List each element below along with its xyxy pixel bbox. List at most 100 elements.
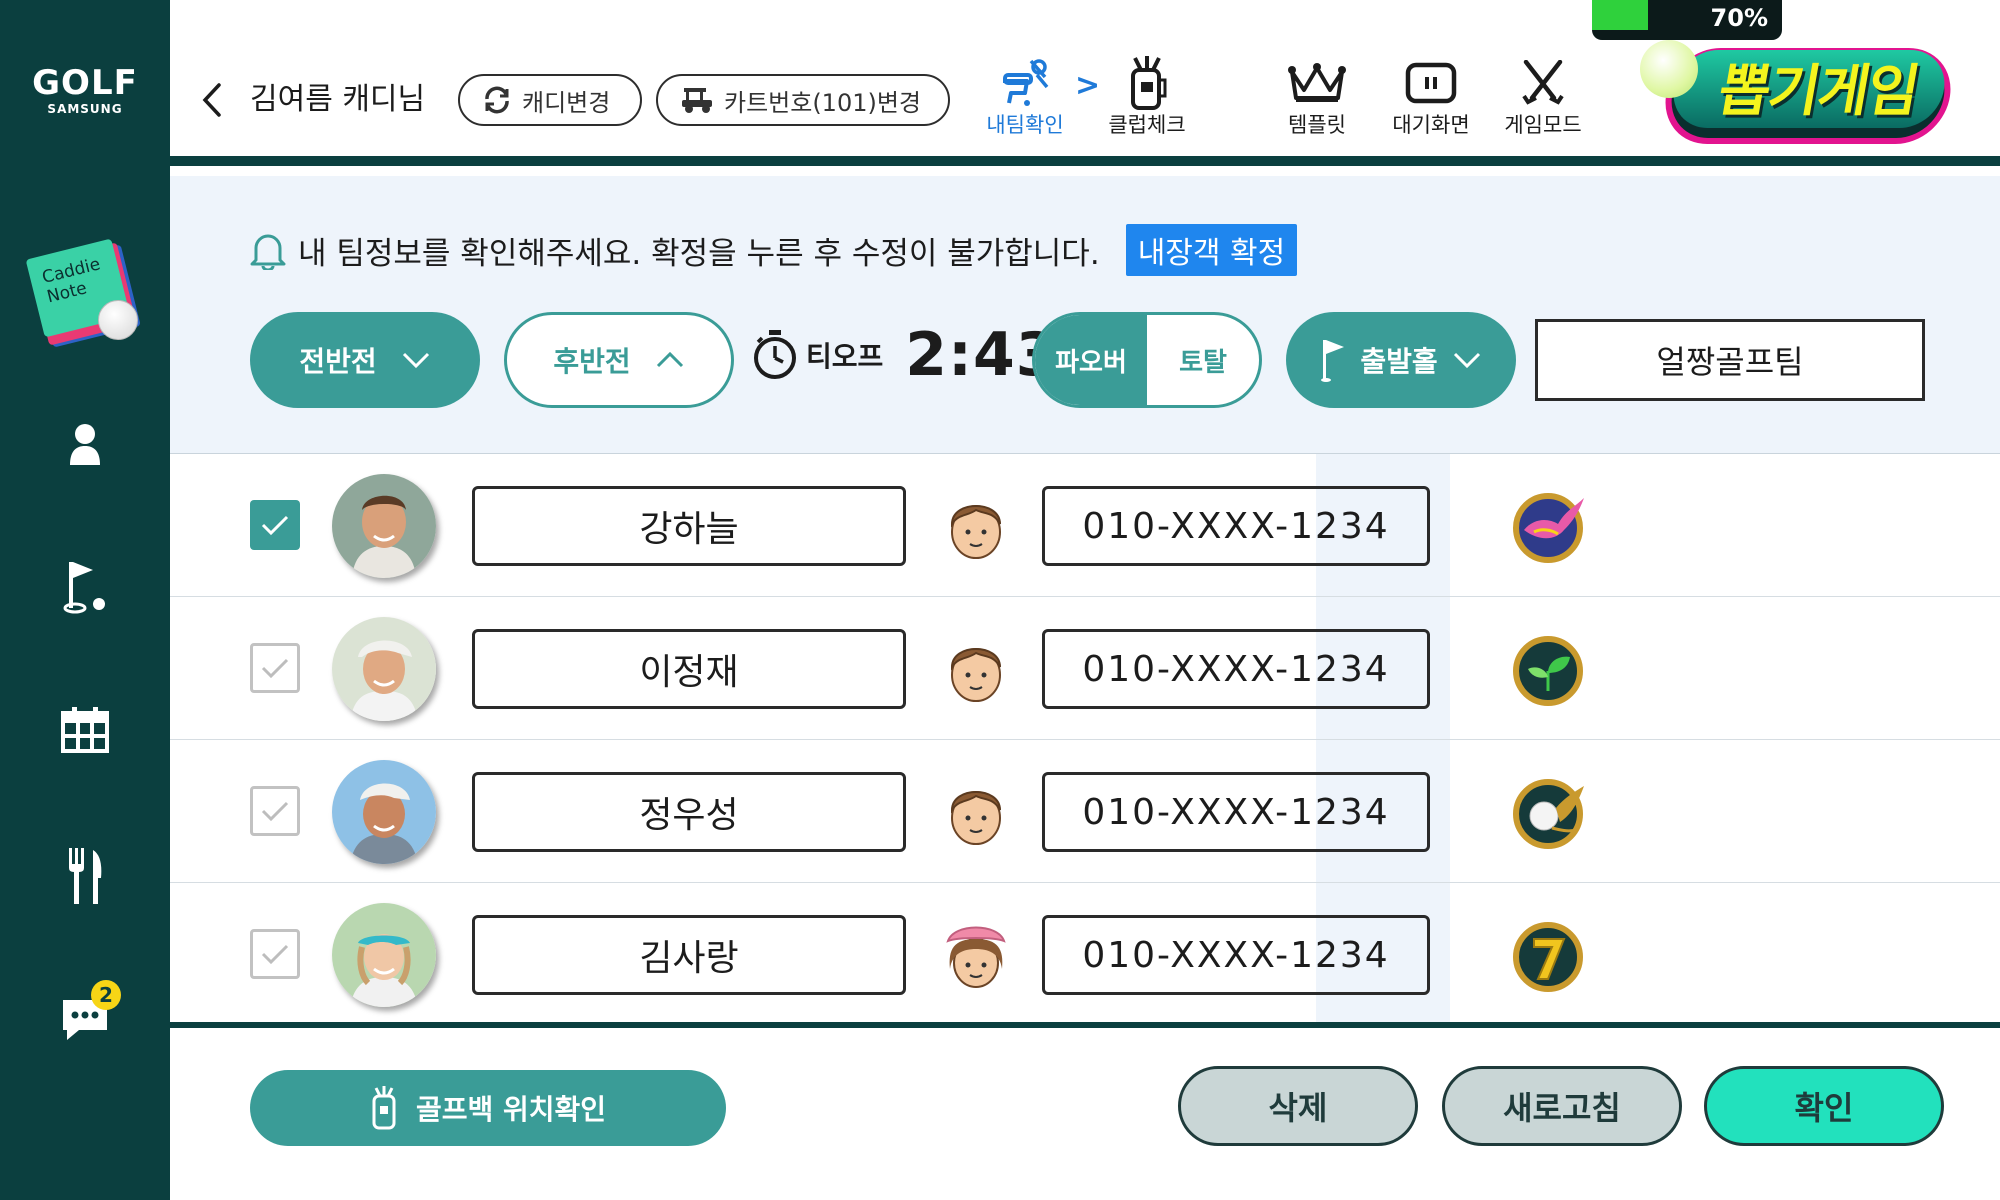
teeoff-label: 티오프 <box>806 340 884 373</box>
male-face-icon <box>944 776 1008 848</box>
nav-game-mode[interactable]: 게임모드 <box>1488 56 1598 146</box>
player-photo <box>332 903 436 1007</box>
refresh-icon <box>485 86 509 114</box>
seven-grade-icon <box>1512 917 1588 993</box>
change-cart-button[interactable]: 카트번호(101)변경 <box>656 74 950 126</box>
chat-icon[interactable]: 2 <box>55 980 121 1050</box>
bell-icon <box>250 234 286 270</box>
chevron-left-icon <box>202 83 221 117</box>
player-photo <box>332 760 436 864</box>
golf-bag-icon <box>372 1086 396 1130</box>
first-half-dropdown[interactable]: 전반전 <box>250 312 480 408</box>
player-name-field[interactable]: 강하늘 <box>472 486 906 566</box>
chevron-down-icon <box>1453 352 1480 369</box>
check-icon <box>261 515 289 536</box>
male-face-icon <box>944 490 1008 562</box>
player-photo <box>332 474 436 578</box>
female-face-icon <box>944 919 1008 991</box>
player-avatar <box>332 903 436 1007</box>
flag-hole-icon[interactable] <box>55 556 115 616</box>
back-button[interactable] <box>192 80 232 120</box>
fork-knife-icon[interactable] <box>55 846 115 906</box>
male-face-icon <box>944 633 1008 705</box>
notice: 내 팀정보를 확인해주세요. 확정을 누른 후 수정이 불가합니다. 내장객 확… <box>250 224 1298 276</box>
nav-club-check[interactable]: 클럽체크 <box>1092 56 1202 146</box>
golf-bag-person-icon <box>1003 59 1049 106</box>
team-info-panel: 내 팀정보를 확인해주세요. 확정을 누른 후 수정이 불가합니다. 내장객 확… <box>170 176 2000 454</box>
start-hole-label: 출발홀 <box>1360 345 1438 378</box>
player-checkbox[interactable] <box>250 643 300 693</box>
check-icon <box>261 658 289 679</box>
player-avatar <box>332 617 436 721</box>
start-hole-dropdown[interactable]: 출발홀 <box>1286 312 1516 408</box>
player-name-field[interactable]: 이정재 <box>472 629 906 709</box>
club-bag-icon <box>1131 56 1167 110</box>
second-half-dropdown[interactable]: 후반전 <box>504 312 734 408</box>
change-caddie-button[interactable]: 캐디변경 <box>458 74 642 126</box>
score-par-option[interactable]: 파오버 <box>1035 315 1147 405</box>
nav-template[interactable]: 템플릿 <box>1262 56 1372 146</box>
change-cart-label: 카트번호(101)변경 <box>724 88 922 117</box>
player-row: 정우성 010-XXXX-1234 <box>170 740 2000 883</box>
pause-screen-icon <box>1405 62 1457 104</box>
battery-level-bar <box>1592 0 1648 30</box>
nav-standby-label: 대기화면 <box>1392 113 1470 137</box>
caddie-name: 김여름 캐디님 <box>250 82 426 117</box>
battery-percent: 70% <box>1710 4 1768 32</box>
teeoff-display: 티오프 2:43 <box>752 320 1059 390</box>
player-phone-field[interactable]: 010-XXXX-1234 <box>1042 486 1430 566</box>
guest-confirm-button[interactable]: 내장객 확정 <box>1125 224 1298 276</box>
battery-indicator: 70% <box>1592 0 1782 40</box>
bag-location-button[interactable]: 골프백 위치확인 <box>250 1070 726 1146</box>
crossed-clubs-icon <box>1522 60 1564 105</box>
refresh-button[interactable]: 새로고침 <box>1442 1066 1682 1146</box>
player-avatar <box>332 760 436 864</box>
caddie-note-button[interactable]: Caddie Note <box>25 238 141 348</box>
chevron-down-icon <box>402 352 429 369</box>
player-avatar <box>332 474 436 578</box>
player-photo <box>332 617 436 721</box>
chevron-up-icon <box>656 351 683 368</box>
app-root: GOLF SAMSUNG Caddie Note 2 김여름 캐디님 캐디변경 … <box>0 0 2000 1200</box>
sidebar: GOLF SAMSUNG Caddie Note 2 <box>0 0 170 1200</box>
chat-badge: 2 <box>91 980 121 1010</box>
nav-my-team-label: 내팀확인 <box>986 113 1064 137</box>
player-checkbox[interactable] <box>250 929 300 979</box>
flag-icon <box>1321 340 1345 382</box>
check-icon <box>261 801 289 822</box>
change-caddie-label: 캐디변경 <box>522 88 611 117</box>
team-name-field[interactable]: 얼짱골프팀 <box>1535 319 1925 401</box>
player-checkbox[interactable] <box>250 500 300 550</box>
player-phone-field[interactable]: 010-XXXX-1234 <box>1042 629 1430 709</box>
second-half-label: 후반전 <box>553 345 631 378</box>
bag-location-label: 골프백 위치확인 <box>415 1093 607 1126</box>
player-row: 이정재 010-XXXX-1234 <box>170 597 2000 740</box>
sprout-grade-icon <box>1512 631 1588 707</box>
player-phone-field[interactable]: 010-XXXX-1234 <box>1042 915 1430 995</box>
caddie-note-label: Caddie Note <box>40 254 103 308</box>
calendar-icon[interactable] <box>55 700 115 760</box>
player-list: 강하늘 010-XXXX-1234 이정재 010-XXXX-1234 정우성 … <box>170 454 2000 1022</box>
confirm-button[interactable]: 확인 <box>1704 1066 1944 1146</box>
golf-samsung-logo: GOLF SAMSUNG <box>0 66 170 116</box>
player-name-field[interactable]: 김사랑 <box>472 915 906 995</box>
golf-cart-icon <box>682 88 712 113</box>
stopwatch-icon <box>754 330 796 379</box>
score-total-option[interactable]: 토탈 <box>1147 315 1259 405</box>
nav-standby[interactable]: 대기화면 <box>1376 56 1486 146</box>
player-row: 김사랑 010-XXXX-1234 <box>170 883 2000 1026</box>
delete-button[interactable]: 삭제 <box>1178 1066 1418 1146</box>
player-name-field[interactable]: 정우성 <box>472 772 906 852</box>
nav-my-team[interactable]: 내팀확인 <box>970 56 1080 146</box>
nav-game-mode-label: 게임모드 <box>1504 113 1582 137</box>
player-phone-field[interactable]: 010-XXXX-1234 <box>1042 772 1430 852</box>
golf-ball-icon <box>1640 40 1698 98</box>
nav-club-check-label: 클럽체크 <box>1108 113 1186 137</box>
player-checkbox[interactable] <box>250 786 300 836</box>
score-mode-toggle[interactable]: 파오버 토탈 <box>1032 312 1262 408</box>
game-banner-label: 뽑기게임 <box>1713 59 1923 124</box>
winged-ball-grade-icon <box>1512 774 1588 850</box>
player-row: 강하늘 010-XXXX-1234 <box>170 454 2000 597</box>
check-icon <box>261 944 289 965</box>
person-icon[interactable] <box>55 414 115 474</box>
